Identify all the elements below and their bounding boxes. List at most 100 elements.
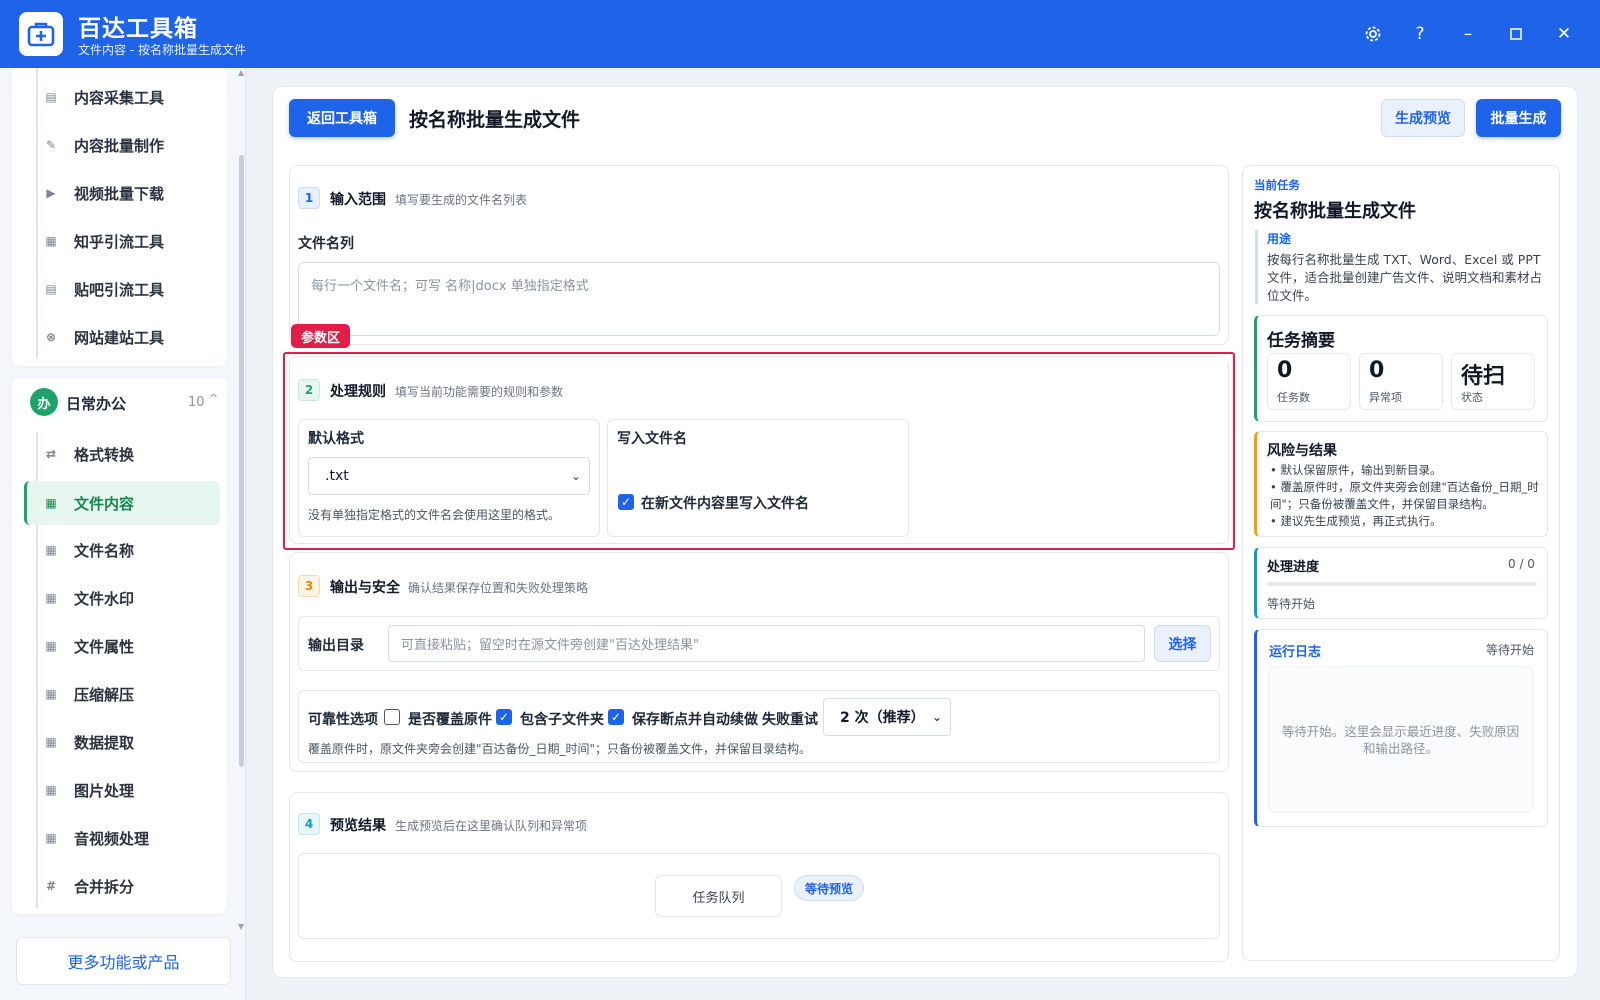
- default-format-select[interactable]: .txt ⌄: [308, 457, 590, 495]
- preview-button[interactable]: 生成预览: [1381, 99, 1465, 137]
- sidebar-item-website[interactable]: ⊗ 网站建站工具: [24, 317, 220, 357]
- overwrite-original-label: 是否覆盖原件: [408, 712, 492, 728]
- sidebar-item-file-name[interactable]: ▦ 文件名称: [24, 530, 220, 570]
- resume-checkpoint-label: 保存断点并自动续做: [632, 712, 758, 728]
- choose-folder-button[interactable]: 选择: [1154, 625, 1211, 662]
- zhihu-icon: ▦: [45, 234, 57, 248]
- scroll-down-icon[interactable]: ▼: [238, 922, 244, 931]
- sidebar-group-daily-office[interactable]: 办 日常办公 10 ^: [12, 378, 227, 424]
- maximize-icon[interactable]: [1502, 20, 1530, 48]
- sidebar-item-av[interactable]: ▦ 音视频处理: [24, 818, 220, 858]
- pen-icon: ✎: [45, 138, 57, 152]
- filename-list-input[interactable]: 每行一个文件名；可写 名称|docx 单独指定格式: [298, 262, 1220, 336]
- group-badge: 办: [30, 388, 58, 416]
- grid-icon: ▦: [45, 496, 57, 510]
- overwrite-note: 覆盖原件时，原文件夹旁会创建"百达备份_日期_时间"；只备份被覆盖文件，并保留目…: [308, 742, 812, 756]
- section-number: 3: [298, 575, 320, 597]
- usage-text: 按每行名称批量生成 TXT、Word、Excel 或 PPT 文件，适合批量创建…: [1267, 252, 1543, 303]
- section-title: 处理规则: [330, 384, 386, 400]
- sidebar-item-format-convert[interactable]: ⇄ 格式转换: [24, 434, 220, 474]
- write-filename-checkbox[interactable]: ✓: [618, 494, 634, 510]
- resume-checkpoint-checkbox[interactable]: ✓: [608, 709, 624, 725]
- section-desc: 填写当前功能需要的规则和参数: [395, 385, 564, 399]
- minimize-icon[interactable]: –: [1454, 20, 1482, 48]
- usage-accent: [1255, 230, 1258, 304]
- sidebar-item-file-content[interactable]: ▦ 文件内容: [24, 481, 220, 525]
- sidebar-item-content-collect[interactable]: ▤ 内容采集工具: [24, 77, 220, 117]
- section-desc: 确认结果保存位置和失败处理策略: [408, 581, 589, 595]
- preview-status-badge: 等待预览: [794, 875, 865, 901]
- sidebar-item-content-batch[interactable]: ✎ 内容批量制作: [24, 125, 220, 165]
- risk-title: 风险与结果: [1267, 443, 1337, 459]
- sidebar-item-data-extract[interactable]: ▦ 数据提取: [24, 722, 220, 762]
- video-icon: ▶: [46, 186, 56, 200]
- sidebar-scrollbar[interactable]: [239, 155, 244, 767]
- sidebar-item-image[interactable]: ▦ 图片处理: [24, 770, 220, 810]
- progress-status: 等待开始: [1267, 597, 1316, 611]
- overwrite-original-checkbox[interactable]: [384, 709, 400, 725]
- grid-icon: ▦: [45, 591, 57, 605]
- page-title: 按名称批量生成文件: [409, 109, 581, 131]
- grid-icon: ▦: [45, 687, 57, 701]
- help-icon[interactable]: ?: [1406, 20, 1434, 48]
- toolbox-logo-icon: [19, 12, 63, 56]
- progress-title: 处理进度: [1267, 560, 1320, 575]
- close-icon[interactable]: ✕: [1550, 20, 1578, 48]
- hash-icon: #: [45, 879, 57, 893]
- section-number: 2: [298, 379, 320, 401]
- include-subfolders-checkbox[interactable]: ✓: [496, 709, 512, 725]
- convert-icon: ⇄: [45, 447, 57, 461]
- grid-icon: ▦: [45, 543, 57, 557]
- log-title: 运行日志: [1269, 645, 1322, 660]
- batch-generate-button[interactable]: 批量生成: [1476, 99, 1561, 137]
- stat-task-count: 0 任务数: [1267, 353, 1351, 410]
- sidebar-item-video-download[interactable]: ▶ 视频批量下载: [24, 173, 220, 213]
- group-title: 日常办公: [66, 395, 127, 413]
- stat-exceptions: 0 异常项: [1359, 353, 1443, 410]
- output-dir-input[interactable]: 可直接粘贴；留空时在源文件旁创建"百达处理结果": [388, 625, 1145, 662]
- filename-list-label: 文件名列: [298, 236, 354, 252]
- grid-icon: ▦: [45, 735, 57, 749]
- reliability-label: 可靠性选项: [308, 712, 378, 728]
- back-to-toolbox-button[interactable]: 返回工具箱: [289, 99, 395, 137]
- section-title: 输出与安全: [330, 580, 400, 596]
- risk-item: • 覆盖原件时，原文件夹旁会创建"百达备份_日期_时间"；只备份被覆盖文件，并保…: [1270, 480, 1539, 511]
- include-subfolders-label: 包含子文件夹: [520, 712, 604, 728]
- chevron-down-icon: ⌄: [570, 469, 581, 483]
- sidebar-item-tieba[interactable]: ▤ 贴吧引流工具: [24, 269, 220, 309]
- grid-icon: ▦: [45, 639, 57, 653]
- progress-bar: [1267, 582, 1537, 586]
- current-task-label: 当前任务: [1254, 178, 1300, 192]
- log-status: 等待开始: [1486, 643, 1535, 657]
- log-output[interactable]: 等待开始。这里会显示最近进度、失败原因和输出路径。: [1268, 666, 1533, 813]
- sidebar-item-file-watermark[interactable]: ▦ 文件水印: [24, 578, 220, 618]
- task-queue-tab[interactable]: 任务队列: [655, 875, 782, 917]
- stat-status: 待扫 状态: [1451, 353, 1535, 410]
- sidebar-item-zhihu[interactable]: ▦ 知乎引流工具: [24, 221, 220, 261]
- default-format-label: 默认格式: [308, 431, 364, 447]
- param-area-badge: 参数区: [291, 324, 351, 348]
- section-desc: 填写要生成的文件名列表: [395, 193, 528, 207]
- summary-title: 任务摘要: [1267, 331, 1335, 351]
- current-task-title: 按名称批量生成文件: [1254, 201, 1416, 222]
- section-number: 1: [298, 187, 320, 209]
- sidebar-item-file-attributes[interactable]: ▦ 文件属性: [24, 626, 220, 666]
- group-count: 10: [188, 395, 205, 410]
- write-filename-label: 写入文件名: [617, 431, 687, 447]
- sidebar-item-merge-split[interactable]: # 合并拆分: [24, 866, 220, 906]
- retry-select[interactable]: 2 次（推荐） ⌄: [823, 698, 951, 736]
- sidebar-item-compress[interactable]: ▦ 压缩解压: [24, 674, 220, 714]
- tieba-icon: ▤: [45, 282, 57, 296]
- clipboard-icon: ▤: [45, 90, 57, 104]
- grid-icon: ▦: [45, 783, 57, 797]
- settings-icon[interactable]: [1359, 20, 1387, 48]
- title-bar: 百达工具箱 文件内容 - 按名称批量生成文件 ? – ✕: [0, 0, 1600, 68]
- section-number: 4: [298, 813, 320, 835]
- chevron-up-icon[interactable]: ^: [209, 392, 218, 405]
- section-desc: 生成预览后在这里确认队列和异常项: [395, 819, 588, 833]
- format-note: 没有单独指定格式的文件名会使用这里的格式。: [308, 508, 561, 522]
- scroll-up-icon[interactable]: ▲: [238, 68, 244, 77]
- section-title: 输入范围: [330, 192, 386, 208]
- output-dir-label: 输出目录: [308, 638, 364, 654]
- more-products-button[interactable]: 更多功能或产品: [16, 937, 231, 985]
